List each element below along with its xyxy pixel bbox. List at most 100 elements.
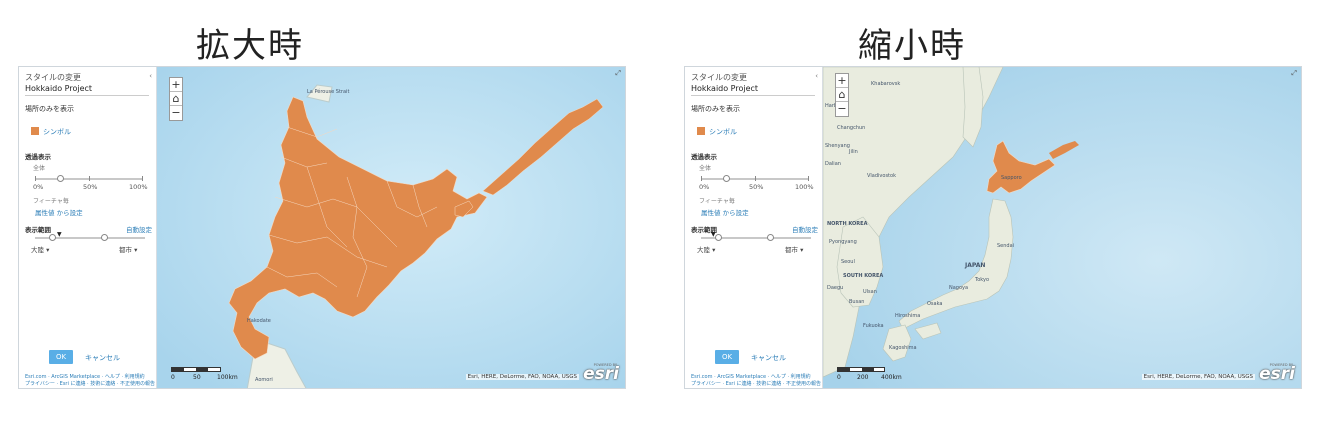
attribution: Esri, HERE, DeLorme, FAO, NOAA, USGS	[1141, 374, 1255, 380]
heading-zoomed-in: 拡大時	[196, 26, 304, 66]
map-label-busan: Busan	[849, 299, 864, 305]
range-max-select[interactable]: 都市 ▾	[785, 244, 803, 254]
visible-range-slider[interactable]	[35, 234, 145, 241]
collapse-icon[interactable]: ‹	[815, 72, 818, 80]
pct-50-label: 50%	[83, 183, 98, 191]
map-label-fukuoka: Fukuoka	[863, 323, 884, 329]
auto-set-link[interactable]: 自動設定	[792, 224, 818, 234]
pct-50-label: 50%	[749, 183, 764, 191]
map-label-south-korea: SOUTH KOREA	[843, 273, 883, 279]
map-view[interactable]: Khabarovsk Harbin Changchun Shenyang Dal…	[823, 67, 1301, 388]
map-label-tokyo: Tokyo	[974, 277, 989, 283]
scale-bar-graphic	[837, 367, 885, 372]
set-from-attribute-link[interactable]: 属性値 から設定	[35, 207, 83, 217]
scale-bar-graphic	[171, 367, 221, 372]
zoom-out-button[interactable]: −	[836, 102, 848, 116]
pct-100-label: 100%	[129, 183, 148, 191]
map-label-khabarovsk: Khabarovsk	[871, 81, 900, 87]
set-from-attribute-link[interactable]: 属性値 から設定	[701, 207, 749, 217]
esri-logo[interactable]: esri	[1259, 364, 1295, 384]
style-panel: スタイルの変更 ‹ Hokkaido Project 場所のみを表示 シンボル …	[19, 67, 157, 388]
map-label-pyongyang: Pyongyang	[829, 239, 857, 245]
map-label-shenyang: Shenyang	[825, 143, 850, 149]
zoom-control: + ⌂ −	[835, 73, 849, 117]
transparency-slider[interactable]	[35, 175, 143, 182]
map-label-vladivostok: Vladivostok	[867, 173, 896, 179]
zoom-control: + ⌂ −	[169, 77, 183, 121]
show-location-option[interactable]: 場所のみを表示	[691, 104, 740, 114]
map-label-sapporo: Sapporo	[1001, 175, 1022, 181]
range-max-value: 都市	[119, 246, 132, 254]
map-screenshot-zoomed-in: スタイルの変更 ‹ Hokkaido Project 場所のみを表示 シンボル …	[18, 66, 626, 389]
attribution: Esri, HERE, DeLorme, FAO, NOAA, USGS	[465, 374, 579, 380]
transparency-label: 透過表示	[25, 153, 51, 161]
transparency-label: 透過表示	[691, 153, 717, 161]
map-label-strait: La Pérouse Strait	[307, 88, 349, 95]
transparency-slider[interactable]	[701, 175, 809, 182]
per-feature-label: フィーチャ毎	[699, 198, 735, 205]
footer-links-1[interactable]: Esri.com · ArcGIS Marketplace · ヘルプ · 利用…	[25, 373, 145, 380]
project-name: Hokkaido Project	[691, 84, 815, 96]
symbol-link[interactable]: シンボル	[709, 127, 737, 137]
transparency-all-label: 全体	[699, 165, 712, 172]
cancel-button[interactable]: キャンセル	[751, 353, 786, 363]
map-label-north-korea: NORTH KOREA	[827, 221, 868, 227]
map-label-seoul: Seoul	[841, 259, 855, 265]
heading-zoomed-out: 縮小時	[858, 26, 966, 66]
range-min-select[interactable]: 大陸 ▾	[31, 244, 49, 254]
map-label-nagoya: Nagoya	[949, 285, 968, 291]
project-name: Hokkaido Project	[25, 84, 149, 96]
footer-links-2[interactable]: プライバシー · Esri に連絡 · 技術に連絡 · 不正使用の報告	[25, 380, 155, 387]
pct-0-label: 0%	[33, 183, 44, 191]
esri-logo[interactable]: esri	[583, 364, 619, 384]
range-min-select[interactable]: 大陸 ▾	[697, 244, 715, 254]
symbol-swatch[interactable]	[31, 127, 39, 135]
map-label-osaka: Osaka	[927, 301, 942, 307]
scale-bar: 0 200 400km	[837, 367, 902, 381]
pct-100-label: 100%	[795, 183, 814, 191]
map-label-jilin: Jilin	[848, 149, 858, 155]
zoom-out-button[interactable]: −	[170, 106, 182, 120]
map-label-hakodate: Hakodate	[247, 318, 271, 324]
panel-title: スタイルの変更	[691, 73, 747, 82]
visible-range-slider[interactable]	[701, 234, 811, 241]
map-label-japan: JAPAN	[964, 262, 985, 269]
map-label-sendai: Sendai	[997, 243, 1014, 249]
cancel-button[interactable]: キャンセル	[85, 353, 120, 363]
zoom-in-button[interactable]: +	[836, 74, 848, 88]
expand-icon[interactable]: ⤢	[615, 69, 621, 78]
scale-label-50: 50	[193, 374, 201, 381]
visible-range-label: 表示範囲	[25, 226, 51, 234]
home-icon[interactable]: ⌂	[836, 88, 848, 102]
home-icon[interactable]: ⌂	[170, 92, 182, 106]
range-min-value: 大陸	[31, 246, 44, 254]
footer-links-1[interactable]: Esri.com · ArcGIS Marketplace · ヘルプ · 利用…	[691, 373, 811, 380]
footer-links-2[interactable]: プライバシー · Esri に連絡 · 技術に連絡 · 不正使用の報告	[691, 380, 821, 387]
ok-button[interactable]: OK	[715, 350, 739, 364]
ok-button[interactable]: OK	[49, 350, 73, 364]
style-panel: スタイルの変更 ‹ Hokkaido Project 場所のみを表示 シンボル …	[685, 67, 823, 388]
symbol-link[interactable]: シンボル	[43, 127, 71, 137]
symbol-swatch[interactable]	[697, 127, 705, 135]
range-max-select[interactable]: 都市 ▾	[119, 244, 137, 254]
scale-label-0: 0	[171, 374, 175, 381]
scale-label-400km: 400km	[881, 374, 902, 381]
scale-label-100km: 100km	[217, 374, 238, 381]
panel-title: スタイルの変更	[25, 73, 81, 82]
range-min-value: 大陸	[697, 246, 710, 254]
show-location-option[interactable]: 場所のみを表示	[25, 104, 74, 114]
collapse-icon[interactable]: ‹	[149, 72, 152, 80]
scale-label-200: 200	[857, 374, 869, 381]
map-label-ulsan: Ulsan	[863, 289, 877, 295]
scale-label-0: 0	[837, 374, 841, 381]
auto-set-link[interactable]: 自動設定	[126, 224, 152, 234]
map-label-kagoshima: Kagoshima	[889, 345, 917, 351]
map-label-daegu: Daegu	[827, 285, 843, 291]
map-label-changchun: Changchun	[837, 125, 865, 131]
map-label-aomori: Aomori	[255, 377, 273, 383]
per-feature-label: フィーチャ毎	[33, 198, 69, 205]
map-view[interactable]: La Pérouse Strait Hakodate Aomori	[157, 67, 625, 388]
zoom-in-button[interactable]: +	[170, 78, 182, 92]
expand-icon[interactable]: ⤢	[1291, 69, 1297, 78]
pct-0-label: 0%	[699, 183, 710, 191]
